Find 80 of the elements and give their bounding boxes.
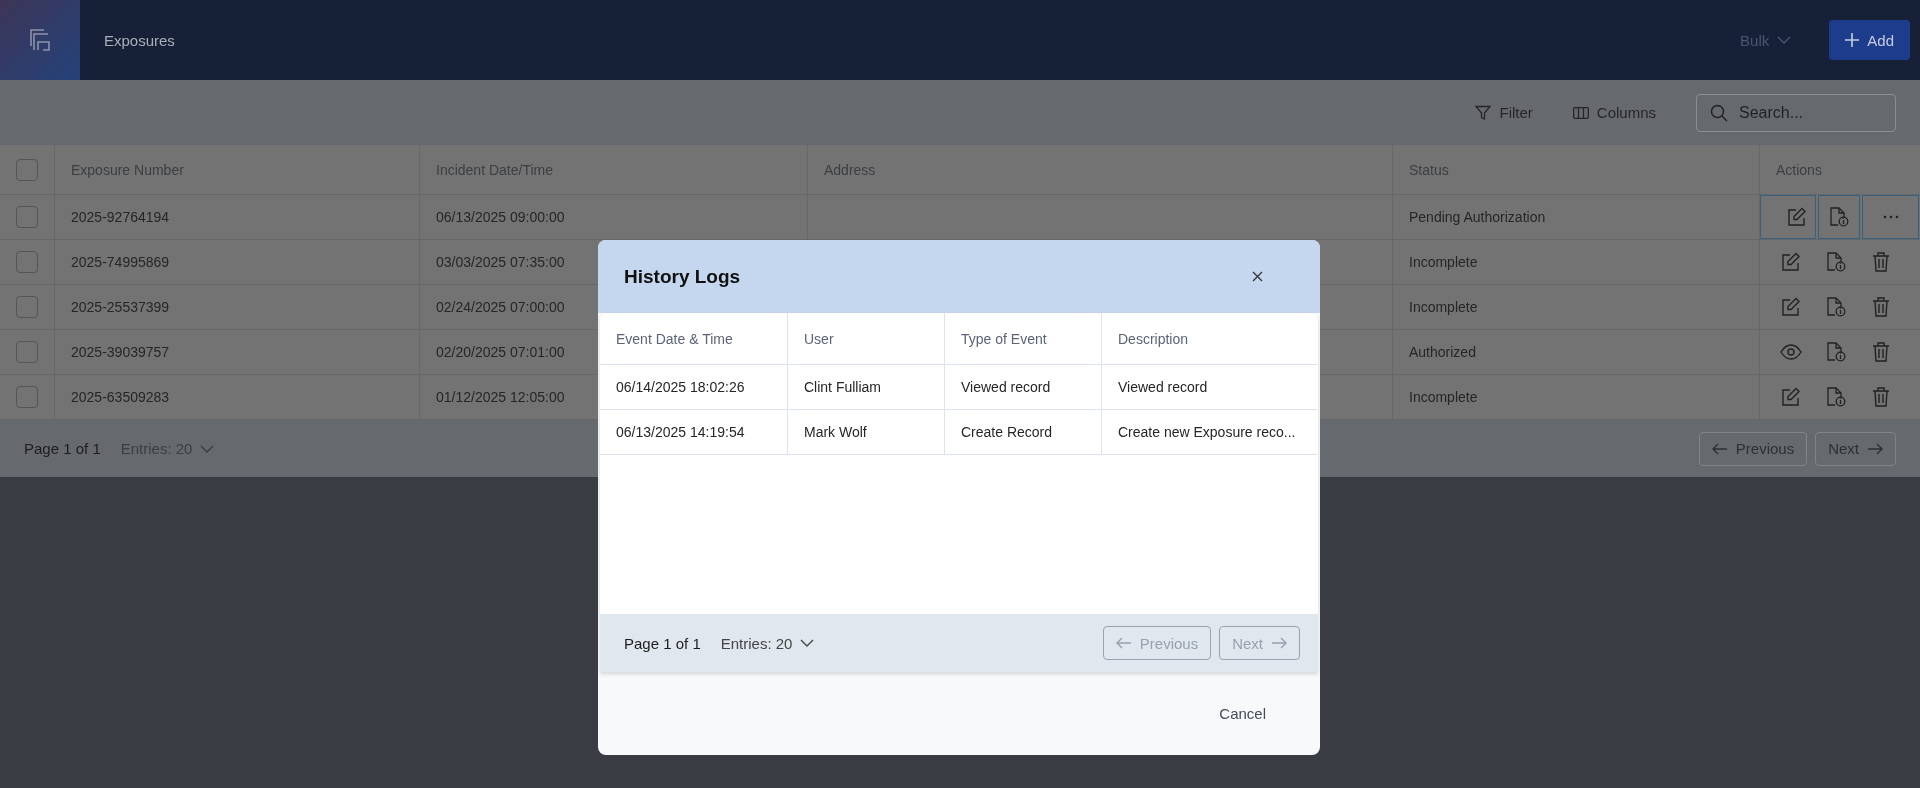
row-checkbox[interactable]: [16, 386, 38, 408]
select-all-checkbox[interactable]: [16, 158, 38, 181]
row-checkbox[interactable]: [16, 206, 38, 228]
table-cell: Mark Wolf: [804, 424, 867, 440]
table-cell: Viewed record: [1118, 379, 1208, 395]
add-button[interactable]: Add: [1829, 20, 1910, 60]
more-icon: [1882, 215, 1899, 219]
arrow-right-icon: [1867, 442, 1883, 455]
table-cell: 2025-63509283: [71, 389, 170, 405]
table-cell: 2025-25537399: [71, 299, 170, 315]
document-info-icon: [1825, 342, 1846, 362]
column-header: Address: [824, 161, 876, 178]
table-cell: 01/12/2025 12:05:00: [436, 389, 565, 405]
document-info-icon: [1825, 387, 1846, 407]
columns-icon: [1572, 106, 1589, 119]
close-icon: [1251, 271, 1263, 282]
row-checkbox[interactable]: [16, 341, 38, 363]
table-cell: 2025-92764194: [71, 209, 170, 225]
column-header: Description: [1118, 330, 1189, 347]
table-cell: 02/24/2025 07:00:00: [436, 299, 565, 315]
table-cell: Authorized: [1409, 344, 1476, 360]
edit-icon: [1780, 252, 1801, 272]
column-header: Type of Event: [961, 330, 1047, 347]
document-info-icon: [1829, 207, 1849, 227]
document-info-icon: [1825, 297, 1846, 317]
plus-icon: [1845, 33, 1860, 47]
eye-icon: [1779, 344, 1802, 360]
trash-icon: [1871, 387, 1890, 407]
edit-icon: [1787, 207, 1807, 227]
column-header: User: [804, 330, 834, 347]
columns-button[interactable]: Columns: [1572, 104, 1656, 121]
column-header: Event Date & Time: [616, 330, 733, 347]
page-title: Exposures: [104, 31, 175, 49]
table-cell: 03/03/2025 07:35:00: [436, 254, 565, 270]
edit-button[interactable]: [1760, 195, 1816, 239]
logo-icon: [30, 29, 50, 51]
row-checkbox[interactable]: [16, 251, 38, 273]
arrow-right-icon: [1271, 637, 1287, 649]
table-cell: Create new Exposure reco...: [1118, 424, 1296, 440]
column-header: Status: [1409, 161, 1449, 178]
table-cell: 2025-74995869: [71, 254, 170, 270]
page-indicator: Page 1 of 1: [624, 634, 701, 652]
edit-icon: [1780, 387, 1801, 407]
document-info-icon: [1825, 252, 1846, 272]
table-cell: 06/13/2025 14:19:54: [616, 424, 745, 440]
arrow-left-icon: [1711, 442, 1728, 455]
table-cell: 02/20/2025 07:01:00: [436, 344, 565, 360]
row-checkbox[interactable]: [16, 296, 38, 318]
search-field[interactable]: Search...: [1696, 93, 1896, 132]
filter-button[interactable]: Filter: [1475, 104, 1533, 121]
more-button[interactable]: [1862, 195, 1919, 239]
entries-dropdown[interactable]: Entries: 20: [720, 634, 815, 652]
table-cell: Create Record: [961, 424, 1053, 440]
chevron-down-icon: [1777, 36, 1792, 44]
column-header: Actions: [1776, 161, 1822, 178]
table-cell: Incomplete: [1409, 299, 1478, 315]
trash-icon: [1871, 297, 1890, 317]
funnel-icon: [1475, 104, 1492, 121]
table-cell: Incomplete: [1409, 254, 1478, 270]
edit-icon: [1780, 297, 1801, 317]
arrow-left-icon: [1115, 637, 1132, 649]
info-button[interactable]: [1818, 195, 1860, 239]
column-header: Incident Date/Time: [436, 161, 553, 178]
chevron-down-icon: [800, 639, 815, 647]
table-cell: 06/13/2025 09:00:00: [436, 209, 565, 225]
table-cell: Clint Fulliam: [804, 379, 881, 395]
table-cell: Incomplete: [1409, 389, 1478, 405]
cancel-button[interactable]: Cancel: [1209, 697, 1276, 730]
chevron-down-icon: [200, 444, 215, 453]
search-icon: [1710, 103, 1728, 122]
dialog-title: History Logs: [624, 265, 742, 288]
trash-icon: [1871, 252, 1890, 272]
table-cell: 2025-39039757: [71, 344, 170, 360]
column-header: Exposure Number: [71, 161, 184, 178]
page-indicator: Page 1 of 1: [24, 440, 101, 457]
app-logo[interactable]: [0, 0, 80, 80]
trash-icon: [1871, 342, 1890, 362]
table-cell: 06/14/2025 18:02:26: [616, 379, 745, 395]
table-cell: Pending Authorization: [1409, 209, 1546, 225]
table-cell: Viewed record: [961, 379, 1051, 395]
